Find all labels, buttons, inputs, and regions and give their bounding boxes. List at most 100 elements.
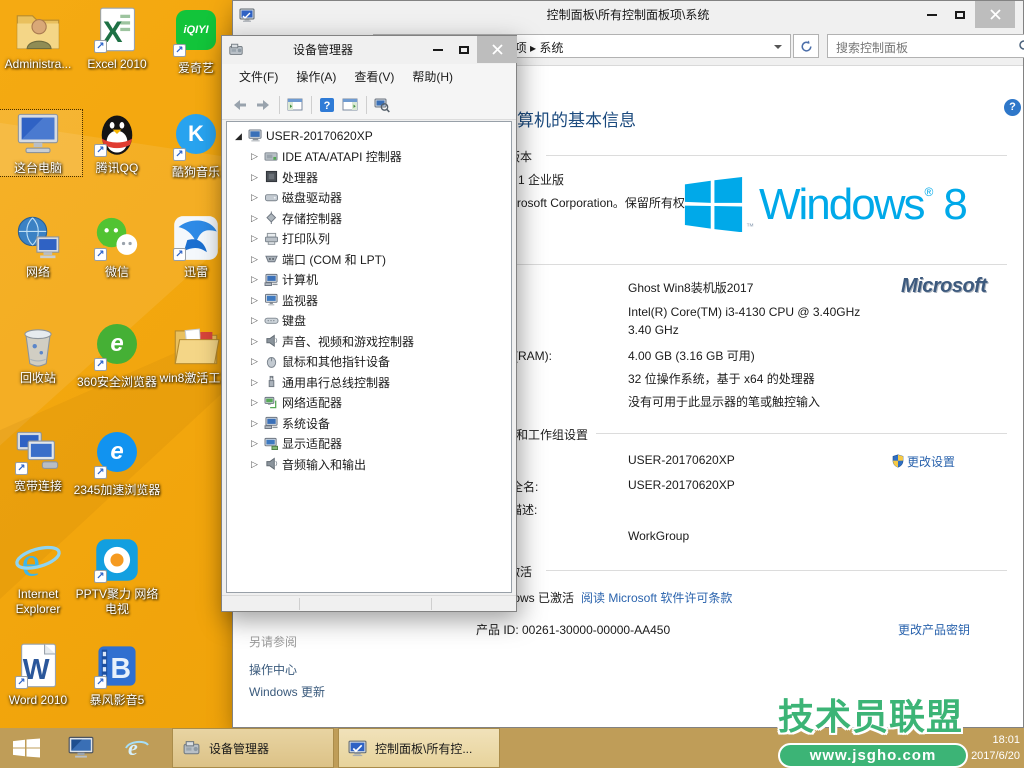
- control-panel-icon: [348, 739, 367, 758]
- device-tree: ◢USER-20170620XP▷IDE ATA/ATAPI 控制器▷处理器▷磁…: [226, 121, 512, 593]
- desktop-icon-excel[interactable]: X↗Excel 2010: [73, 6, 161, 72]
- recycle-bin-icon: [14, 320, 62, 368]
- file-explorer-icon[interactable]: [60, 728, 102, 768]
- minimize-button[interactable]: [919, 1, 945, 28]
- desktop-icon-label: 暴风影音5: [73, 693, 161, 708]
- tree-item[interactable]: ▷处理器: [227, 167, 511, 188]
- change-settings-link[interactable]: 更改设置: [907, 453, 955, 470]
- tree-item[interactable]: ▷声音、视频和游戏控制器: [227, 331, 511, 352]
- tree-item[interactable]: ▷网络适配器: [227, 393, 511, 414]
- taskbar-button-control-panel[interactable]: 控制面板\所有控...: [338, 728, 500, 768]
- maximize-button[interactable]: [947, 1, 973, 28]
- registered-mark: ®: [925, 185, 934, 199]
- pc-icon: [264, 416, 282, 430]
- search-box[interactable]: 搜索控制面板: [827, 34, 1024, 58]
- menu-item-0[interactable]: 文件(F): [230, 64, 287, 90]
- desktop-icon-word[interactable]: W↗Word 2010: [0, 642, 82, 708]
- tree-item[interactable]: ▷计算机: [227, 270, 511, 291]
- tree-item[interactable]: ▷系统设备: [227, 413, 511, 434]
- window-title: 控制面板\所有控制面板项\系统: [547, 8, 710, 22]
- minimize-button[interactable]: [425, 36, 451, 63]
- expand-toggle-icon[interactable]: ▷: [251, 459, 264, 470]
- desktop-icon-qq[interactable]: ↗腾讯QQ: [73, 110, 161, 176]
- expand-toggle-icon[interactable]: ▷: [251, 397, 264, 408]
- collapse-toggle-icon[interactable]: ◢: [235, 131, 248, 142]
- product-id: 产品 ID: 00261-30000-00000-AA450: [476, 621, 670, 638]
- action-pane-icon[interactable]: [342, 97, 358, 113]
- back-icon[interactable]: [232, 97, 248, 113]
- search-icon[interactable]: [1018, 39, 1024, 53]
- desktop-icon-network[interactable]: 网络: [0, 214, 82, 280]
- tree-item-label: 音频输入和输出: [282, 456, 366, 473]
- shortcut-arrow-icon: ↗: [94, 248, 107, 261]
- desktop-icon-recycle-bin[interactable]: 回收站: [0, 320, 82, 386]
- expand-toggle-icon[interactable]: ▷: [251, 254, 264, 265]
- win8-folder-icon: [172, 320, 220, 368]
- license-terms-link[interactable]: 阅读 Microsoft 软件许可条款: [581, 589, 732, 606]
- windows-update-link[interactable]: Windows 更新: [249, 683, 325, 700]
- expand-toggle-icon[interactable]: ▷: [251, 172, 264, 183]
- tree-item[interactable]: ▷监视器: [227, 290, 511, 311]
- tree-item[interactable]: ▷键盘: [227, 311, 511, 332]
- expand-toggle-icon[interactable]: ▷: [251, 315, 264, 326]
- expand-toggle-icon[interactable]: ▷: [251, 356, 264, 367]
- menu-item-3[interactable]: 帮助(H): [403, 64, 462, 90]
- desktop-icon-broadband[interactable]: ↗宽带连接: [0, 428, 82, 494]
- windows8-logo-text: Windows ® 8: [759, 180, 968, 230]
- tree-item[interactable]: ▷存储控制器: [227, 208, 511, 229]
- desktop-icon-storm[interactable]: B↗暴风影音5: [73, 642, 161, 708]
- device-manager-icon: [182, 739, 201, 758]
- tree-item[interactable]: ▷显示适配器: [227, 434, 511, 455]
- tree-item[interactable]: ▷通用串行总线控制器: [227, 372, 511, 393]
- tree-item[interactable]: ▷ 音频输入和输出: [227, 454, 511, 475]
- expand-toggle-icon[interactable]: ▷: [251, 336, 264, 347]
- clock-date: 2017/6/20: [934, 748, 1020, 764]
- tree-item[interactable]: ◢USER-20170620XP: [227, 126, 511, 147]
- close-button[interactable]: [975, 1, 1015, 28]
- menu-item-1[interactable]: 操作(A): [287, 64, 345, 90]
- close-button[interactable]: [477, 36, 517, 63]
- refresh-button[interactable]: [793, 34, 819, 58]
- title-bar[interactable]: 控制面板\所有控制面板项\系统: [233, 1, 1023, 29]
- taskbar-clock[interactable]: 18:01 2017/6/20: [934, 732, 1020, 764]
- expand-toggle-icon[interactable]: ▷: [251, 295, 264, 306]
- change-product-key-link[interactable]: 更改产品密钥: [898, 621, 970, 638]
- menu-item-2[interactable]: 查看(V): [345, 64, 403, 90]
- tree-item[interactable]: ▷磁盘驱动器: [227, 188, 511, 209]
- maximize-button[interactable]: [451, 36, 477, 63]
- desktop-icon-360se[interactable]: e↗360安全浏览器: [73, 320, 161, 390]
- tree-item[interactable]: ▷鼠标和其他指针设备: [227, 352, 511, 373]
- desktop-icon-wechat[interactable]: ↗微信: [73, 214, 161, 280]
- expand-toggle-icon[interactable]: ▷: [251, 213, 264, 224]
- forward-icon[interactable]: [255, 97, 271, 113]
- scan-hardware-icon[interactable]: [374, 97, 390, 113]
- console-tree-icon[interactable]: [287, 97, 303, 113]
- expand-toggle-icon[interactable]: ▷: [251, 377, 264, 388]
- tree-item[interactable]: ▷打印队列: [227, 229, 511, 250]
- expand-toggle-icon[interactable]: ▷: [251, 233, 264, 244]
- expand-toggle-icon[interactable]: ▷: [251, 151, 264, 162]
- tree-item[interactable]: ▷IDE ATA/ATAPI 控制器: [227, 147, 511, 168]
- keyboard-icon: [264, 314, 282, 328]
- ide-icon: [264, 150, 282, 164]
- help-icon[interactable]: ?: [1004, 99, 1021, 116]
- action-center-link[interactable]: 操作中心: [249, 661, 297, 678]
- desktop-icon-admin-folder[interactable]: Administra...: [0, 6, 82, 72]
- expand-toggle-icon[interactable]: ▷: [251, 418, 264, 429]
- desktop-icon-pptv[interactable]: ↗PPTV聚力 网络电视: [73, 536, 161, 617]
- desktop-icon-ie[interactable]: eInternet Explorer: [0, 536, 82, 617]
- help-icon[interactable]: ?: [319, 97, 335, 113]
- title-bar[interactable]: 设备管理器: [222, 36, 516, 64]
- device-manager-window: 设备管理器 文件(F)操作(A)查看(V)帮助(H) ? ◢USER-20170…: [221, 35, 517, 612]
- shortcut-arrow-icon: ↗: [94, 40, 107, 53]
- start-button[interactable]: [0, 728, 52, 768]
- tree-item[interactable]: ▷端口 (COM 和 LPT): [227, 249, 511, 270]
- desktop-icon-this-pc[interactable]: 这台电脑: [0, 110, 82, 176]
- expand-toggle-icon[interactable]: ▷: [251, 274, 264, 285]
- taskbar-button-device-manager[interactable]: 设备管理器: [172, 728, 334, 768]
- internet-explorer-icon[interactable]: e: [116, 728, 158, 768]
- desktop-icon-2345[interactable]: e↗2345加速浏览器: [73, 428, 161, 498]
- chevron-down-icon[interactable]: [774, 45, 782, 49]
- expand-toggle-icon[interactable]: ▷: [251, 438, 264, 449]
- expand-toggle-icon[interactable]: ▷: [251, 192, 264, 203]
